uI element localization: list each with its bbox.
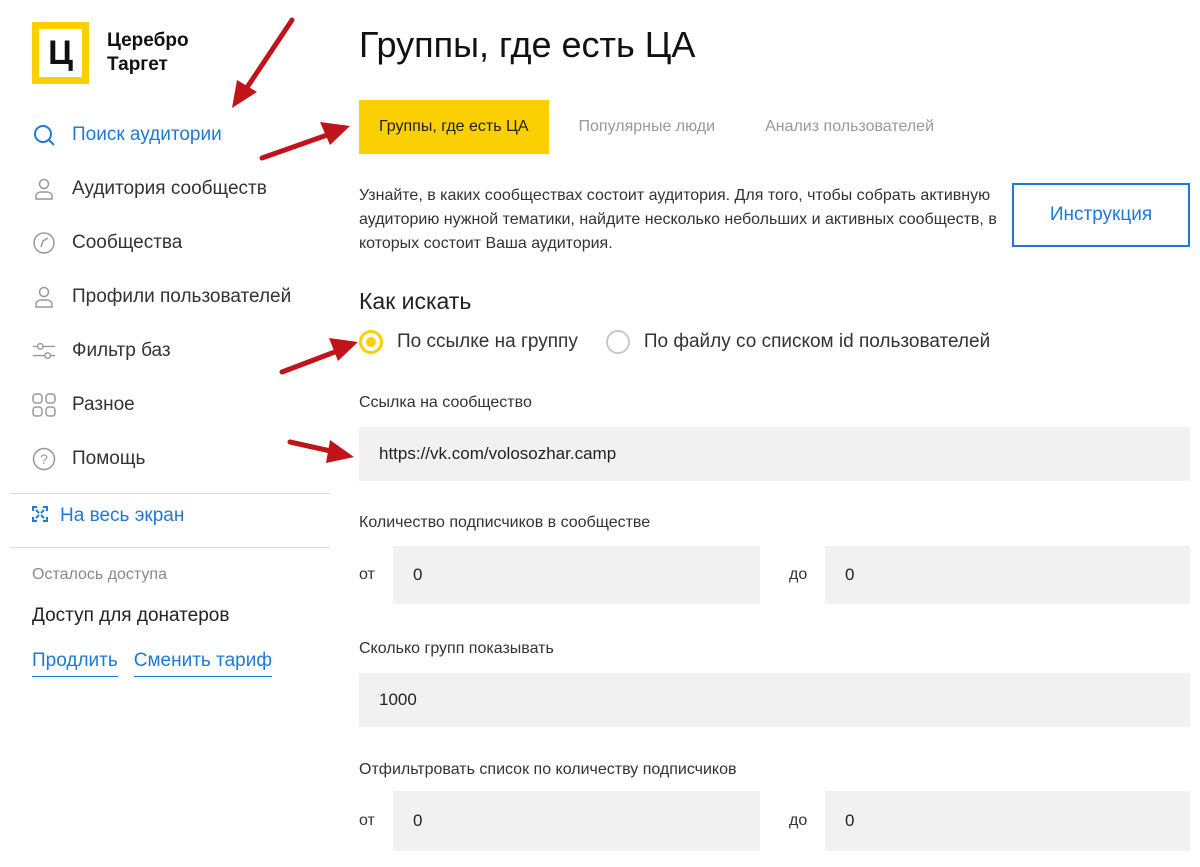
sidebar-item-label: Сообщества — [72, 232, 183, 253]
page-title: Группы, где есть ЦА — [359, 24, 696, 65]
subscribers-to-label: до — [789, 566, 808, 583]
sidebar-item-label: Профили пользователей — [72, 286, 292, 307]
user-icon — [32, 177, 56, 201]
community-link-value: https://vk.com/volosozhar.camp — [379, 444, 617, 463]
sidebar-item-misc[interactable]: Разное — [32, 378, 332, 432]
filter-to-label: до — [789, 812, 808, 829]
community-link-input[interactable]: https://vk.com/volosozhar.camp — [359, 427, 1190, 481]
community-link-label: Ссылка на сообщество — [359, 394, 532, 411]
radio-circle[interactable] — [605, 330, 630, 354]
radio-label: По ссылке на группу — [397, 331, 578, 352]
sidebar-nav: Поиск аудитории Аудитория сообществ Сооб… — [32, 108, 332, 486]
main-content: Группы, где есть ЦА Группы, где есть ЦА … — [359, 0, 1190, 867]
instruction-button[interactable]: Инструкция — [1012, 183, 1190, 247]
subscribers-from-value: 0 — [413, 565, 423, 584]
sidebar-item-community-audience[interactable]: Аудитория сообществ — [32, 162, 332, 216]
logo[interactable]: Ц Церебро Таргет — [32, 22, 189, 84]
tab-popular-people[interactable]: Популярные люди — [549, 100, 746, 154]
subscribers-label: Количество подписчиков в сообществе — [359, 514, 651, 531]
logo-mark: Ц — [32, 22, 89, 84]
access-left-label: Осталось доступа — [32, 566, 167, 583]
search-icon — [32, 123, 56, 147]
filter-from-input[interactable]: 0 — [393, 791, 760, 851]
search-mode-radios: По ссылке на группу По файлу со списком … — [359, 330, 1018, 354]
plan-links: Продлить Сменить тариф — [32, 650, 272, 677]
user-icon — [32, 285, 56, 309]
radio-by-group-link[interactable]: По ссылке на группу — [359, 330, 578, 354]
logo-text: Церебро Таргет — [107, 29, 189, 77]
access-plan: Доступ для донатеров — [32, 605, 230, 626]
filter-to-value: 0 — [845, 811, 855, 830]
filter-from-label: от — [359, 812, 375, 829]
extend-link[interactable]: Продлить — [32, 650, 118, 677]
sidebar-item-help[interactable]: ? Помощь — [32, 432, 332, 486]
filter-to-input[interactable]: 0 — [825, 791, 1190, 851]
change-plan-link[interactable]: Сменить тариф — [133, 650, 272, 677]
tabs: Группы, где есть ЦА Популярные люди Анал… — [359, 100, 964, 154]
sidebar-item-communities[interactable]: Сообщества — [32, 216, 332, 270]
logo-name-line1: Церебро — [107, 30, 189, 51]
sidebar-item-label: Разное — [72, 394, 135, 415]
help-icon: ? — [32, 447, 56, 471]
sidebar-item-audience-search[interactable]: Поиск аудитории — [32, 108, 332, 162]
groups-count-input[interactable]: 1000 — [359, 673, 1190, 727]
sidebar-item-label: Поиск аудитории — [72, 124, 222, 145]
groups-count-value: 1000 — [379, 690, 417, 709]
radio-by-id-file[interactable]: По файлу со списком id пользователей — [605, 330, 991, 354]
sidebar-divider — [10, 493, 330, 494]
subscribers-to-value: 0 — [845, 565, 855, 584]
sidebar-item-label: Помощь — [72, 448, 146, 469]
radio-circle[interactable] — [359, 330, 383, 354]
filter-from-value: 0 — [413, 811, 423, 830]
description: Узнайте, в каких сообществах состоит ауд… — [359, 187, 997, 252]
fullscreen-button[interactable]: На весь экран — [32, 505, 184, 527]
tab-groups-with-ta[interactable]: Группы, где есть ЦА — [359, 100, 549, 154]
fullscreen-label: На весь экран — [60, 505, 185, 526]
sidebar-item-label: Аудитория сообществ — [72, 178, 267, 199]
sidebar-item-label: Фильтр баз — [72, 340, 171, 361]
sidebar: Ц Церебро Таргет Поиск аудитории Аудитор… — [0, 0, 340, 867]
tab-user-analysis[interactable]: Анализ пользователей — [745, 100, 964, 154]
compass-icon — [32, 231, 56, 255]
grid-icon — [32, 393, 56, 417]
sliders-icon — [32, 339, 56, 363]
groups-count-label: Сколько групп показывать — [359, 640, 554, 657]
svg-text:?: ? — [40, 451, 48, 467]
radio-label: По файлу со списком id пользователей — [643, 331, 991, 352]
subscribers-from-label: от — [359, 566, 375, 583]
how-to-search-title: Как искать — [359, 288, 472, 314]
sidebar-divider — [10, 547, 330, 548]
expand-icon — [32, 505, 48, 527]
sidebar-item-base-filter[interactable]: Фильтр баз — [32, 324, 332, 378]
subscribers-from-input[interactable]: 0 — [393, 546, 760, 604]
logo-name-line2: Таргет — [107, 54, 168, 75]
filter-label: Отфильтровать список по количеству подпи… — [359, 761, 737, 778]
subscribers-to-input[interactable]: 0 — [825, 546, 1190, 604]
logo-letter: Ц — [39, 29, 82, 77]
sidebar-item-user-profiles[interactable]: Профили пользователей — [32, 270, 332, 324]
